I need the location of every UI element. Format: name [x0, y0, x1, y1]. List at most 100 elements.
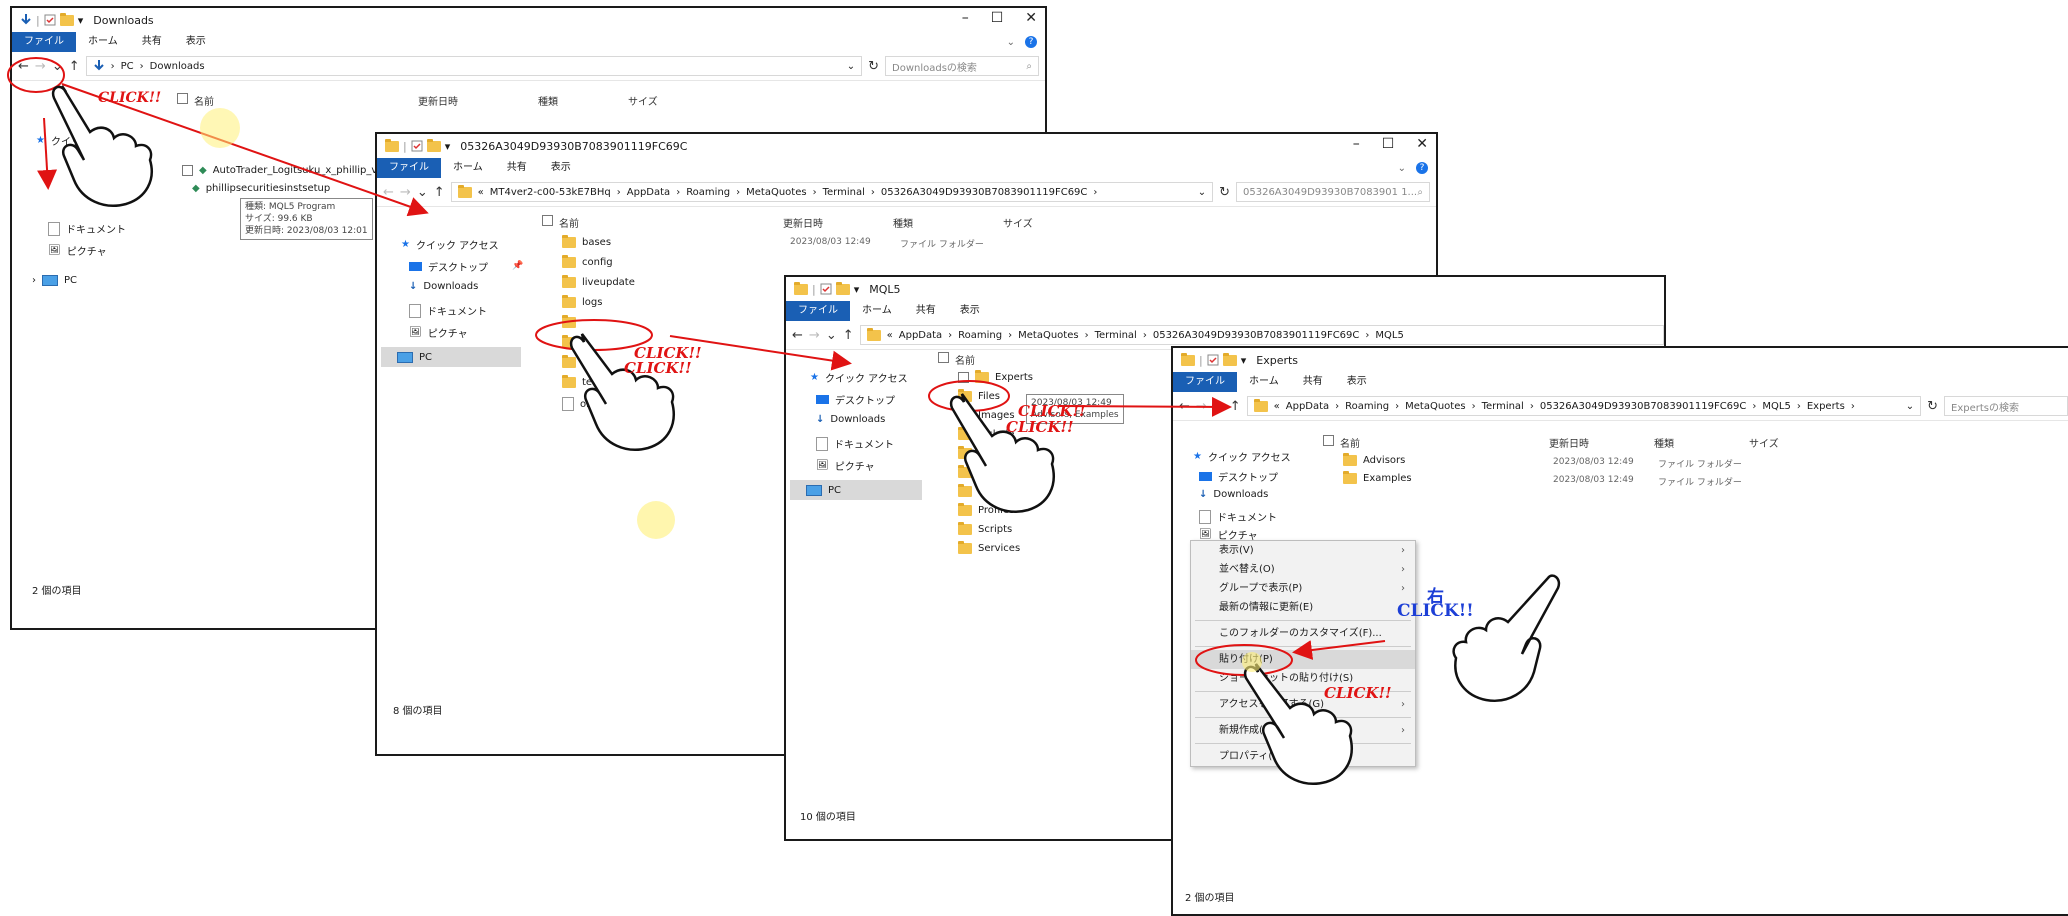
- file-row[interactable]: origi: [562, 397, 602, 411]
- file-row[interactable]: ◆ AutoTrader_Logitsuku_x_phillip_v100: [182, 165, 396, 176]
- column-date[interactable]: 更新日時: [1549, 435, 1654, 450]
- maximize-button[interactable]: ☐: [991, 10, 1004, 26]
- refresh-button[interactable]: ↻: [1219, 185, 1230, 200]
- quick-access-toolbar[interactable]: | ▾: [1181, 352, 1246, 367]
- sidebar-quick-access[interactable]: ★ クイック アクセス: [810, 370, 908, 385]
- tab-view[interactable]: 表示: [1335, 372, 1379, 392]
- forward-button[interactable]: →: [35, 59, 46, 74]
- tab-view[interactable]: 表示: [174, 32, 218, 52]
- breadcrumb-item[interactable]: Roaming: [1345, 401, 1389, 412]
- sidebar-item-documents[interactable]: ドキュメント: [816, 436, 894, 451]
- chevron-down-icon[interactable]: ⌄: [1398, 163, 1406, 174]
- tab-file[interactable]: ファイル: [786, 301, 850, 321]
- search-input[interactable]: Downloadsの検索 ⌕: [885, 56, 1039, 76]
- column-name[interactable]: 名前: [1340, 435, 1549, 450]
- address-dropdown-icon[interactable]: ⌄: [847, 61, 855, 72]
- breadcrumb-item[interactable]: Downloads: [150, 61, 205, 72]
- address-bar[interactable]: « AppData › Roaming › MetaQuotes › Terminal…: [1246, 396, 1922, 416]
- menu-item-paste[interactable]: 貼り付け(P): [1191, 650, 1415, 669]
- column-name[interactable]: 名前: [194, 93, 418, 108]
- address-bar[interactable]: › PC › Downloads ⌄: [85, 56, 863, 76]
- breadcrumb-item[interactable]: Experts: [1807, 401, 1845, 412]
- menu-item-new[interactable]: 新規作成(X) ›: [1191, 721, 1415, 740]
- tab-share[interactable]: 共有: [495, 158, 539, 178]
- address-bar[interactable]: « MT4ver2-c00-53kE7BHq › AppData › Roaming…: [450, 182, 1214, 202]
- folder-row[interactable]: [562, 315, 582, 328]
- recent-dropdown[interactable]: ⌄: [1213, 399, 1224, 414]
- up-button[interactable]: ↑: [69, 59, 80, 74]
- menu-item-view[interactable]: 表示(V) ›: [1191, 541, 1415, 560]
- folder-row[interactable]: Libraries: [958, 465, 1021, 478]
- breadcrumb-item[interactable]: MQL5: [1762, 401, 1790, 412]
- up-button[interactable]: ↑: [843, 328, 854, 343]
- file-row[interactable]: ◆ phillipsecuritiesinstsetup: [192, 183, 330, 194]
- column-size[interactable]: サイズ: [1749, 435, 1779, 450]
- folder-row-examples[interactable]: Examples: [1343, 471, 1412, 484]
- select-all-checkbox[interactable]: [938, 352, 949, 363]
- menu-item-customize[interactable]: このフォルダーのカスタマイズ(F)...: [1191, 624, 1415, 643]
- column-type[interactable]: 種類: [893, 215, 1003, 230]
- sidebar-item-pictures[interactable]: 🖼 ピクチャ: [816, 458, 875, 473]
- sidebar-quick-access[interactable]: ★ クイック アクセス: [401, 237, 499, 252]
- breadcrumb-item[interactable]: AppData: [899, 330, 942, 341]
- sidebar-item-pc[interactable]: PC: [381, 347, 521, 367]
- sidebar-item-desktop[interactable]: デスクトップ: [816, 392, 895, 407]
- column-size[interactable]: サイズ: [1003, 215, 1033, 230]
- folder-row-advisors[interactable]: Advisors: [1343, 453, 1405, 466]
- tab-home[interactable]: ホーム: [76, 32, 130, 52]
- tab-share[interactable]: 共有: [130, 32, 174, 52]
- forward-button[interactable]: →: [400, 185, 411, 200]
- minimize-button[interactable]: –: [962, 10, 969, 26]
- breadcrumb-item[interactable]: PC: [121, 61, 134, 72]
- column-type[interactable]: 種類: [1654, 435, 1749, 450]
- sidebar-item-pictures[interactable]: 🖼 ピクチャ: [409, 325, 468, 340]
- back-button[interactable]: ←: [383, 185, 394, 200]
- chevron-down-icon[interactable]: ⌄: [1007, 37, 1015, 48]
- sidebar-item-documents[interactable]: ドキュメント: [48, 221, 126, 236]
- help-icon[interactable]: ?: [1025, 36, 1037, 48]
- sidebar-quick-access[interactable]: ★ クイック アクセス: [1193, 449, 1291, 464]
- forward-button[interactable]: →: [1196, 399, 1207, 414]
- back-button[interactable]: ←: [1179, 399, 1190, 414]
- folder-row[interactable]: Profiles: [958, 503, 1014, 516]
- address-dropdown-icon[interactable]: ⌄: [1906, 401, 1914, 412]
- breadcrumb-item[interactable]: Terminal: [1095, 330, 1137, 341]
- folder-row[interactable]: liveupdate: [562, 275, 635, 288]
- breadcrumb-item[interactable]: MetaQuotes: [1405, 401, 1465, 412]
- close-button[interactable]: ✕: [1025, 10, 1037, 26]
- quick-access-toolbar[interactable]: | ▾: [794, 281, 859, 296]
- sidebar-item-pc[interactable]: PC: [790, 480, 922, 500]
- folder-row[interactable]: Files: [958, 389, 1000, 402]
- sidebar-item-pictures[interactable]: 🖼 ピクチャ: [48, 243, 107, 258]
- sidebar-item-desktop[interactable]: デスクトップ: [409, 259, 488, 274]
- folder-row-experts[interactable]: Experts: [958, 370, 1033, 383]
- forward-button[interactable]: →: [809, 328, 820, 343]
- tab-file[interactable]: ファイル: [377, 158, 441, 178]
- folder-row[interactable]: Logs: [958, 484, 1001, 497]
- menu-item-refresh[interactable]: 最新の情報に更新(E): [1191, 598, 1415, 617]
- folder-row[interactable]: logs: [562, 295, 602, 308]
- recent-dropdown[interactable]: ⌄: [826, 328, 837, 343]
- folder-row[interactable]: bases: [562, 235, 611, 248]
- tab-home[interactable]: ホーム: [1237, 372, 1291, 392]
- sidebar-item-documents[interactable]: ドキュメント: [409, 303, 487, 318]
- sidebar-item-pc[interactable]: › PC: [32, 275, 77, 286]
- tab-file[interactable]: ファイル: [12, 32, 76, 52]
- row-checkbox[interactable]: [958, 372, 969, 383]
- tab-view[interactable]: 表示: [948, 301, 992, 321]
- sidebar-item-downloads[interactable]: ↓ Downloads: [1199, 489, 1268, 500]
- menu-item-properties[interactable]: プロパティ(R): [1191, 747, 1415, 766]
- tab-file[interactable]: ファイル: [1173, 372, 1237, 392]
- breadcrumb-item[interactable]: 05326A3049D93930B7083901119FC69C: [881, 187, 1088, 198]
- sidebar-item-downloads[interactable]: ↓ Downloads: [409, 281, 478, 292]
- breadcrumb-item[interactable]: 05326A3049D93930B7083901119FC69C: [1153, 330, 1360, 341]
- back-button[interactable]: ←: [18, 59, 29, 74]
- column-date[interactable]: 更新日時: [418, 93, 538, 108]
- breadcrumb-item[interactable]: Terminal: [1482, 401, 1524, 412]
- sidebar-item-desktop[interactable]: デスクトップ: [1199, 469, 1278, 484]
- column-date[interactable]: 更新日時: [783, 215, 893, 230]
- breadcrumb-item[interactable]: Roaming: [686, 187, 730, 198]
- select-all-checkbox[interactable]: [1323, 435, 1334, 446]
- breadcrumb-item[interactable]: 05326A3049D93930B7083901119FC69C: [1540, 401, 1747, 412]
- breadcrumb-item[interactable]: MetaQuotes: [746, 187, 806, 198]
